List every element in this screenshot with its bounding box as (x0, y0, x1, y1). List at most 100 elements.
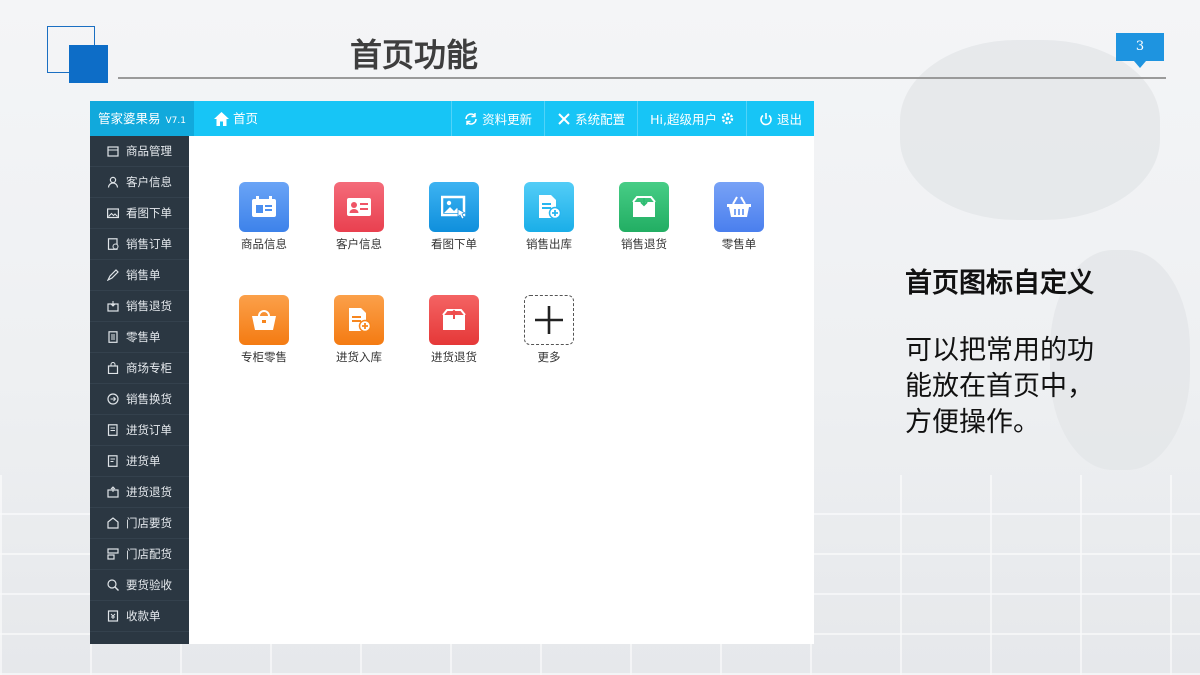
tile-counter-retail[interactable]: 专柜零售 (229, 295, 299, 365)
top-actions: 资料更新 系统配置 Hi,超级用户 退出 (451, 101, 814, 136)
home-dashboard: 商品信息 客户信息 看图下单 销售出库 销售退货 零售单 专柜零售 进货入库 进… (189, 136, 814, 644)
sidebar-item-sales-exchange[interactable]: 销售换货 (90, 384, 189, 415)
home-icon (214, 111, 229, 126)
brand-version: V7.1 (165, 116, 186, 126)
user-menu-button[interactable]: Hi,超级用户 (637, 101, 746, 136)
brand: 管家婆果易 V7.1 (90, 101, 194, 136)
doc-add-icon (334, 295, 384, 345)
tile-purchase-return[interactable]: 进货退货 (419, 295, 489, 365)
tile-label: 销售退货 (621, 237, 667, 251)
sidebar-item-label: 销售单 (126, 268, 161, 282)
sidebar-item-mall-counter[interactable]: 商场专柜 (90, 353, 189, 384)
tray-in-icon (619, 182, 669, 232)
tile-label: 商品信息 (241, 237, 287, 251)
sidebar-item-product-management[interactable]: 商品管理 (90, 136, 189, 167)
page-number-badge: 3 (1116, 33, 1164, 68)
sidebar-item-receipt[interactable]: 收款单 (90, 601, 189, 632)
sidebar-item-label: 进货订单 (126, 423, 172, 437)
feature-heading: 首页图标自定义 (905, 268, 1094, 299)
sidebar-item-retail-slip[interactable]: 零售单 (90, 322, 189, 353)
settings-label: 系统配置 (575, 112, 626, 127)
sidebar-item-sales-return[interactable]: 销售退货 (90, 291, 189, 322)
id-card-icon (334, 182, 384, 232)
sidebar-item-purchase-order[interactable]: 进货订单 (90, 415, 189, 446)
product-card-icon (239, 182, 289, 232)
top-navigation-bar: 管家婆果易 V7.1 首页 资料更新 系统配置 Hi,超级用户 退出 (90, 101, 814, 136)
sidebar-item-request-acceptance[interactable]: 要货验收 (90, 570, 189, 601)
document-icon (106, 331, 119, 344)
sidebar-item-store-request[interactable]: 门店要货 (90, 508, 189, 539)
sidebar: 商品管理 客户信息 看图下单 销售订单 销售单 销售退货 零售单 商场专柜 销售… (90, 136, 189, 644)
sidebar-item-label: 客户信息 (126, 175, 172, 189)
sidebar-item-label: 收款单 (126, 609, 161, 623)
tile-label: 进货退货 (431, 350, 477, 364)
tile-label: 客户信息 (336, 237, 382, 251)
purchase-icon (106, 455, 119, 468)
sidebar-item-label: 要货验收 (126, 578, 172, 592)
sidebar-item-sales-slip[interactable]: 销售单 (90, 260, 189, 291)
tile-label: 进货入库 (336, 350, 382, 364)
dispatch-icon (106, 548, 119, 561)
order-icon (106, 238, 119, 251)
tile-label: 更多 (537, 350, 561, 364)
tray-out-icon (429, 295, 479, 345)
logout-label: 退出 (776, 112, 802, 127)
tile-label: 专柜零售 (241, 350, 287, 364)
box-icon (106, 145, 119, 158)
sidebar-item-label: 商品管理 (126, 144, 172, 158)
sidebar-item-purchase-slip[interactable]: 进货单 (90, 446, 189, 477)
home-nav-link[interactable]: 首页 (214, 101, 258, 136)
tile-label: 看图下单 (431, 237, 477, 251)
user-label: Hi,超级用户 (650, 112, 717, 127)
world-map-background (900, 40, 1160, 220)
sidebar-item-label: 门店配货 (126, 547, 172, 561)
description-line: 可以把常用的功 (905, 335, 1094, 366)
brand-name: 管家婆果易 (98, 111, 161, 126)
description-line: 方便操作。 (905, 407, 1040, 438)
tile-product-info[interactable]: 商品信息 (229, 182, 299, 252)
purchase-return-icon (106, 486, 119, 499)
exchange-icon (106, 393, 119, 406)
bag-icon (106, 362, 119, 375)
store-icon (106, 517, 119, 530)
sidebar-item-customer-info[interactable]: 客户信息 (90, 167, 189, 198)
slide-title: 首页功能 (350, 36, 479, 74)
tools-icon (558, 112, 570, 125)
sidebar-item-store-dispatch[interactable]: 门店配货 (90, 539, 189, 570)
tile-label: 零售单 (721, 237, 757, 251)
logo-filled-square (69, 45, 108, 83)
image-icon (106, 207, 119, 220)
tile-sales-outbound[interactable]: 销售出库 (514, 182, 584, 252)
title-divider (118, 77, 1166, 79)
sidebar-item-label: 门店要货 (126, 516, 172, 530)
refresh-icon (465, 112, 477, 125)
tile-picture-order[interactable]: 看图下单 (419, 182, 489, 252)
sidebar-item-label: 销售订单 (126, 237, 172, 251)
return-box-icon (106, 300, 119, 313)
tile-retail-slip[interactable]: 零售单 (704, 182, 774, 252)
refresh-label: 资料更新 (482, 112, 533, 127)
tile-label: 销售出库 (526, 237, 572, 251)
sidebar-item-sales-order[interactable]: 销售订单 (90, 229, 189, 260)
sidebar-item-label: 进货退货 (126, 485, 172, 499)
sidebar-item-purchase-return[interactable]: 进货退货 (90, 477, 189, 508)
gear-icon (721, 112, 734, 125)
tile-more[interactable]: 更多 (514, 295, 584, 365)
tile-sales-return[interactable]: 销售退货 (609, 182, 679, 252)
sidebar-item-label: 销售退货 (126, 299, 172, 313)
logout-button[interactable]: 退出 (745, 101, 814, 136)
sidebar-item-label: 销售换货 (126, 392, 172, 406)
doc-add-icon (524, 182, 574, 232)
system-config-button[interactable]: 系统配置 (544, 101, 637, 136)
search-check-icon (106, 579, 119, 592)
sidebar-item-picture-order[interactable]: 看图下单 (90, 198, 189, 229)
app-window: 管家婆果易 V7.1 首页 资料更新 系统配置 Hi,超级用户 退出 商品管理 … (90, 101, 814, 644)
power-icon (760, 112, 772, 125)
refresh-data-button[interactable]: 资料更新 (451, 101, 544, 136)
tile-customer-info[interactable]: 客户信息 (324, 182, 394, 252)
description-line: 能放在首页中， (905, 371, 1094, 402)
tile-purchase-inbound[interactable]: 进货入库 (324, 295, 394, 365)
handbag-icon (239, 295, 289, 345)
home-label: 首页 (233, 111, 259, 126)
user-icon (106, 176, 119, 189)
